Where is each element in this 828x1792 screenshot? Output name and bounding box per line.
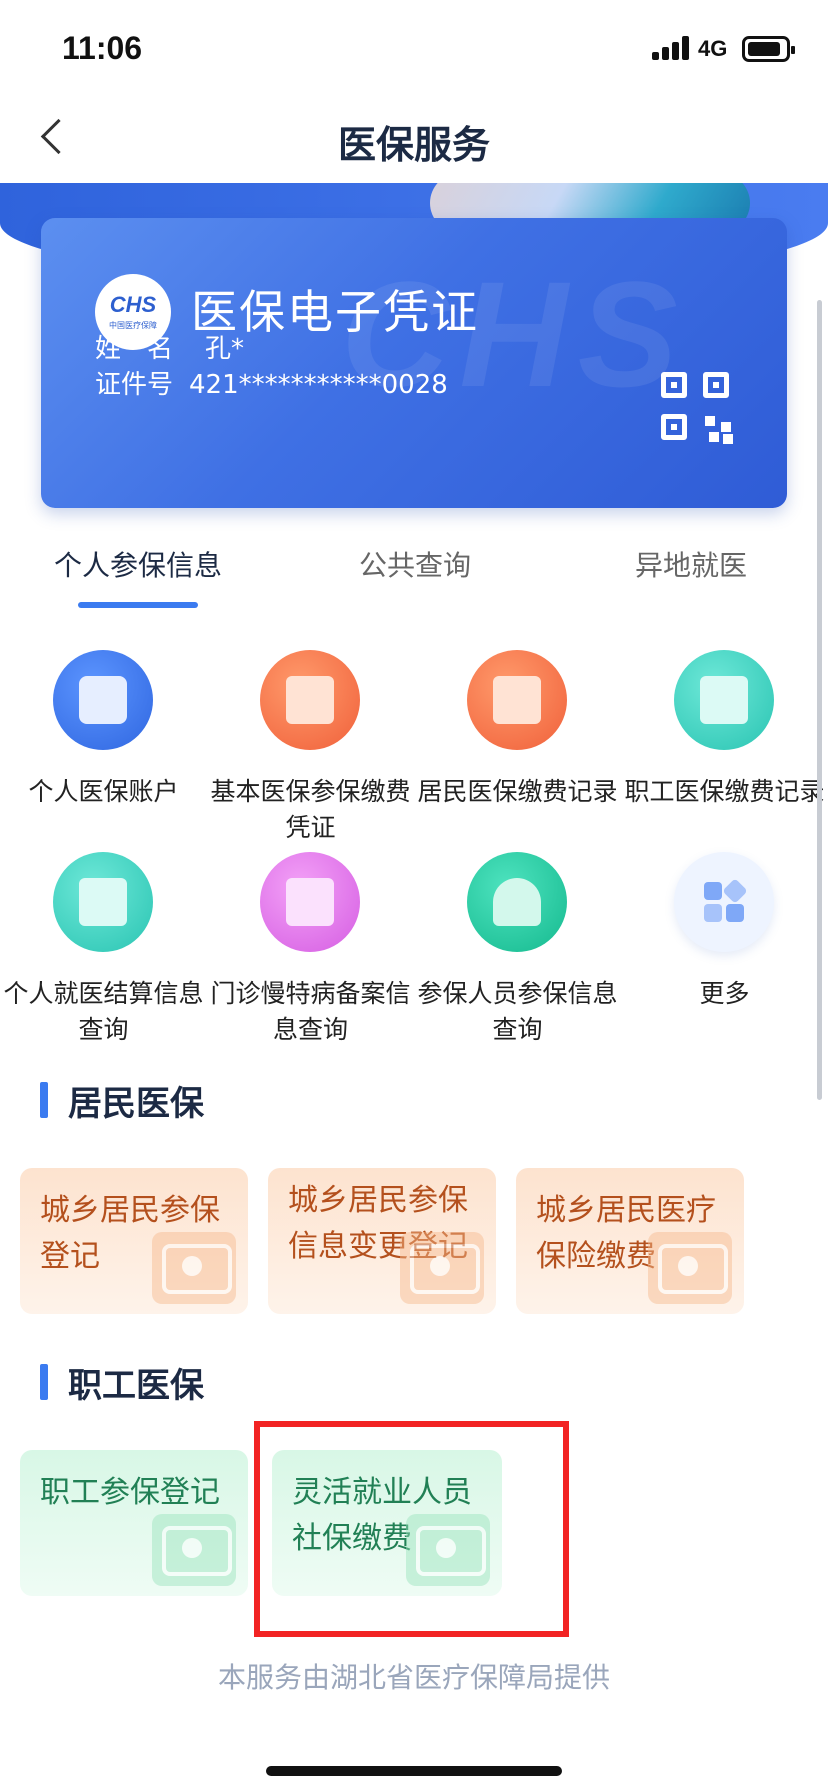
id-value: 421***********0028 <box>189 370 448 400</box>
service-settlement-query[interactable]: 个人就医结算信息查询 <box>0 852 207 1052</box>
battery-icon <box>742 36 795 62</box>
tab-public-query[interactable]: 公共查询 <box>330 544 500 584</box>
service-label: 居民医保缴费记录 <box>417 777 618 806</box>
medical-clipboard-icon <box>260 852 360 952</box>
service-label: 职工医保缴费记录 <box>624 777 825 806</box>
tab-personal-info[interactable]: 个人参保信息 <box>40 544 236 584</box>
tile-resident-insurance-payment[interactable]: 城乡居民医疗保险缴费 <box>516 1168 744 1314</box>
qr-code-icon[interactable] <box>661 372 733 444</box>
service-label: 基本医保参保缴费凭证 <box>210 777 411 842</box>
tab-bar: 个人参保信息 公共查询 异地就医 <box>0 530 828 610</box>
edit-document-icon <box>648 1232 732 1304</box>
service-insured-info-query[interactable]: 参保人员参保信息查询 <box>414 852 621 1052</box>
status-bar: 11:06 4G <box>0 0 828 96</box>
receipt-icon <box>674 650 774 750</box>
service-label: 参保人员参保信息查询 <box>417 979 618 1044</box>
service-label: 门诊慢特病备案信息查询 <box>210 979 411 1044</box>
section-title-employee: 职工医保 <box>40 1358 340 1408</box>
service-label: 更多 <box>699 979 750 1008</box>
service-personal-account[interactable]: 个人医保账户 <box>0 650 207 850</box>
edit-document-icon <box>400 1232 484 1304</box>
medical-insurance-card[interactable]: CHS CHS 中国医疗保障 医保电子凭证 姓 名孔* 证件号 421******… <box>41 218 787 508</box>
tile-label: 职工参保登记 <box>40 1475 220 1510</box>
voucher-icon <box>260 650 360 750</box>
service-resident-payment-record[interactable]: 居民医保缴费记录 <box>414 650 621 850</box>
receipt-icon <box>467 650 567 750</box>
navigation-bar: 医保服务 <box>0 96 828 184</box>
highlight-box <box>254 1421 569 1637</box>
more-grid-icon <box>674 852 774 952</box>
card-id-row: 证件号 421***********0028 <box>95 364 448 401</box>
service-label: 个人就医结算信息查询 <box>3 979 204 1044</box>
cash-icon <box>152 1232 236 1304</box>
home-indicator <box>266 1766 562 1776</box>
wallet-icon <box>53 650 153 750</box>
page-title: 医保服务 <box>337 123 490 167</box>
name-value: 孔* <box>205 334 245 364</box>
footer-note: 本服务由湖北省医疗保障局提供 <box>217 1661 610 1694</box>
tab-remote-medical[interactable]: 异地就医 <box>606 544 776 584</box>
section-title-resident: 居民医保 <box>40 1076 340 1126</box>
id-label: 证件号 <box>95 370 174 400</box>
scrollbar[interactable] <box>817 300 822 1100</box>
status-time: 11:06 <box>62 30 143 66</box>
service-more[interactable]: 更多 <box>621 852 828 1052</box>
name-label: 姓 名 <box>95 334 174 364</box>
service-payment-voucher[interactable]: 基本医保参保缴费凭证 <box>207 650 414 850</box>
person-card-icon <box>467 852 567 952</box>
document-plus-icon <box>53 852 153 952</box>
service-chronic-disease-query[interactable]: 门诊慢特病备案信息查询 <box>207 852 414 1052</box>
tile-employee-enrollment[interactable]: 职工参保登记 <box>20 1450 248 1596</box>
edit-document-icon <box>152 1514 236 1586</box>
service-employee-payment-record[interactable]: 职工医保缴费记录 <box>621 650 828 850</box>
logo-text: CHS <box>109 292 157 317</box>
service-label: 个人医保账户 <box>28 777 179 806</box>
tab-indicator <box>78 602 198 608</box>
tile-resident-info-change[interactable]: 城乡居民参保信息变更登记 <box>268 1168 496 1314</box>
signal-icon <box>652 36 692 60</box>
network-type: 4G <box>698 36 728 61</box>
card-name-row: 姓 名 孔* <box>95 328 244 365</box>
tile-resident-enrollment[interactable]: 城乡居民参保登记 <box>20 1168 248 1314</box>
